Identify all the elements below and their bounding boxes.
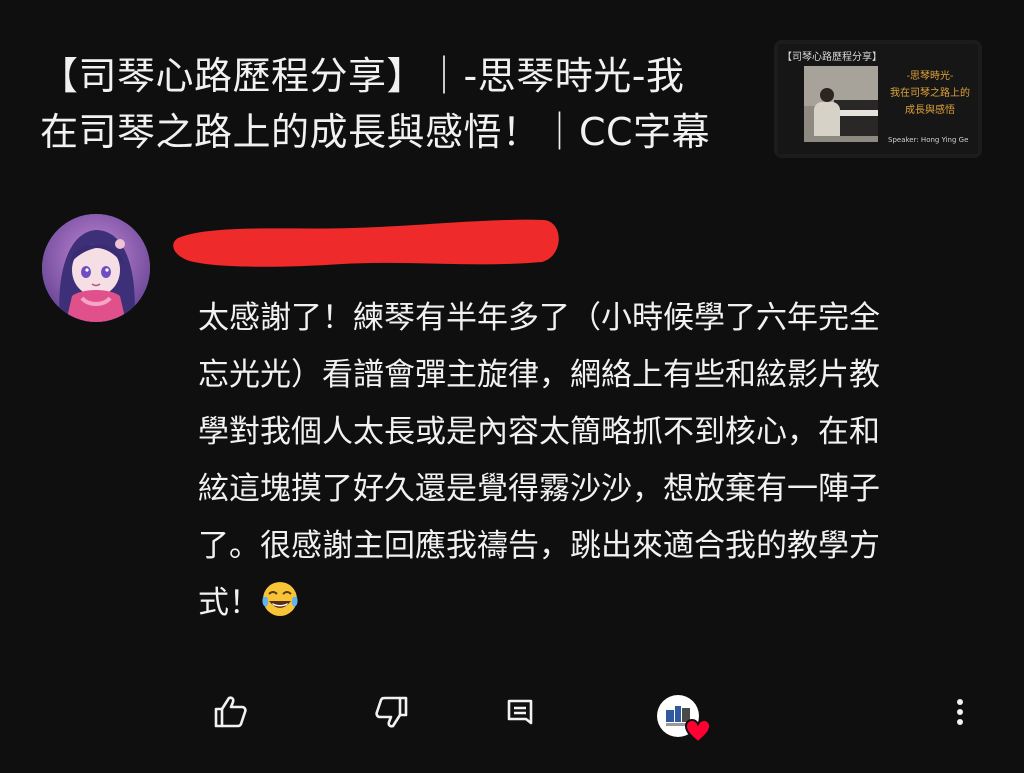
video-title-line1: 【司琴心路歷程分享】｜-思琴時光-我 (40, 54, 685, 98)
comment-line: 忘光光）看譜會彈主旋律，網絡上有些和絃影片教 (198, 357, 880, 393)
comment-body: 太感謝了！練琴有半年多了（小時候學了六年完全 忘光光）看譜會彈主旋律，網絡上有些… (198, 290, 988, 632)
comment-line: 學對我個人太長或是內容太簡略抓不到核心，在和 (198, 414, 880, 450)
video-title-line2: 在司琴之路上的成長與感悟！｜CC字幕 (40, 110, 711, 154)
thumbnail-speaker: Speaker: Hong Ying Ge (888, 136, 969, 144)
more-vertical-icon (957, 699, 963, 725)
creator-heart-icon (657, 695, 712, 744)
comment-line: 太感謝了！練琴有半年多了（小時候學了六年完全 (198, 300, 880, 336)
comment-last-line: 式！ (198, 575, 988, 632)
thumbnail-caption: -思琴時光- 我在司琴之路上的 成長與感悟 (880, 68, 980, 119)
comment-screen: 【司琴心路歷程分享】｜-思琴時光-我 在司琴之路上的成長與感悟！｜CC字幕 【司… (0, 0, 1024, 773)
thumbnail-caption-line3: 成長與感悟 (905, 105, 955, 116)
reply-button[interactable] (496, 688, 544, 736)
thumbs-down-icon (375, 696, 408, 728)
dislike-button[interactable] (368, 688, 416, 736)
like-button[interactable] (206, 688, 254, 736)
thumbnail-header: 【司琴心路歷程分享】 (782, 52, 882, 63)
thumbnail-caption-line1: -思琴時光- (906, 71, 954, 82)
reply-icon (507, 699, 533, 725)
thumbnail-photo (804, 66, 878, 142)
thumbnail-frame: 【司琴心路歷程分享】 -思琴時光- 我在司琴之路上的 成長與感悟 Speaker… (778, 44, 978, 154)
video-thumbnail[interactable]: 【司琴心路歷程分享】 -思琴時光- 我在司琴之路上的 成長與感悟 Speaker… (774, 40, 982, 158)
comment-line: 式！ (198, 585, 260, 621)
tears-of-joy-emoji-icon (262, 582, 298, 616)
commenter-avatar[interactable] (42, 214, 150, 322)
thumbs-up-icon (214, 696, 247, 728)
creator-heart-badge[interactable] (656, 694, 712, 744)
avatar-illustration (42, 214, 150, 322)
redacted-username (173, 219, 559, 267)
more-options-button[interactable] (936, 688, 984, 736)
comment-line: 了。很感謝主回應我禱告，跳出來適合我的教學方 (198, 528, 880, 564)
comment-actions (0, 688, 1024, 748)
thumbnail-caption-line2: 我在司琴之路上的 (890, 88, 970, 99)
comment-line: 絃這塊摸了好久還是覺得霧沙沙，想放棄有一陣子 (198, 471, 880, 507)
video-title[interactable]: 【司琴心路歷程分享】｜-思琴時光-我 在司琴之路上的成長與感悟！｜CC字幕 (40, 48, 760, 160)
